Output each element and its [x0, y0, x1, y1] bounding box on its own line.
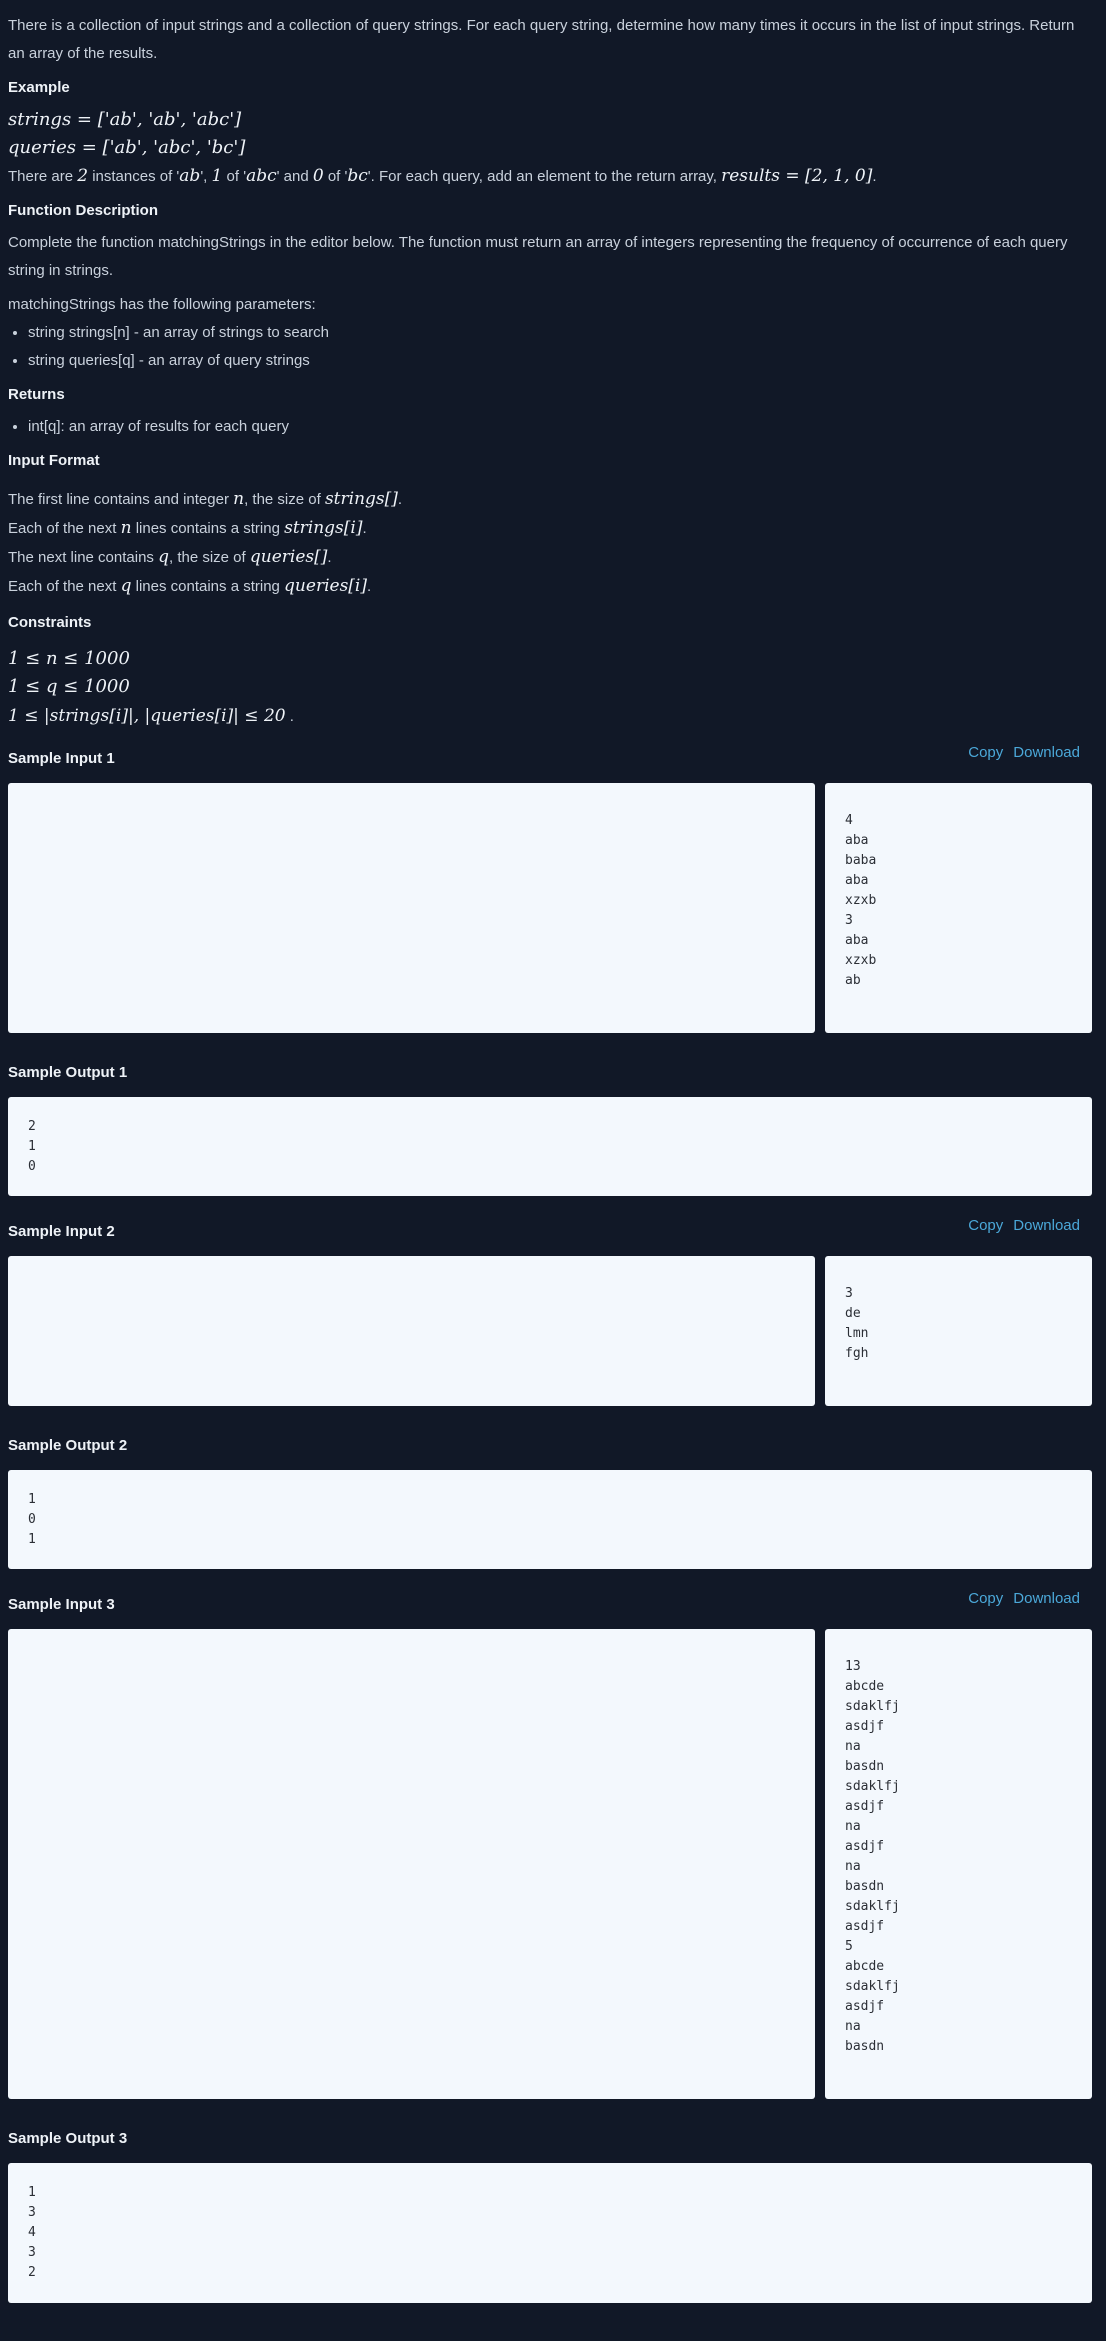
- text: .: [397, 491, 403, 508]
- copy-link[interactable]: Copy: [968, 744, 1003, 761]
- math-value: abc: [246, 166, 277, 186]
- sample-1: Copy Download Sample Input 1 4 aba baba a…: [8, 739, 1093, 1196]
- math-value: queries[]: [249, 547, 328, 567]
- sample-input-title: Sample Input 3: [8, 1596, 115, 1613]
- sample-input-row: 3 de lmn fgh: [8, 1256, 1093, 1406]
- text: .: [327, 549, 332, 566]
- input-format-line: Each of the next n lines contains a stri…: [8, 514, 1093, 543]
- sample-input-title: Sample Input 2: [8, 1223, 115, 1240]
- text: ' and: [276, 168, 313, 185]
- example-queries: queries = ['ab', 'abc', 'bc']: [8, 137, 246, 158]
- example-explanation: There are 2 instances of 'ab', 1 of 'abc…: [8, 162, 1093, 191]
- download-link[interactable]: Download: [1013, 744, 1080, 761]
- sample-3: Copy Download Sample Input 3 13 abcde sda…: [8, 1585, 1093, 2303]
- text: .: [367, 578, 372, 595]
- text: , the size of: [168, 549, 250, 566]
- sample-output-title: Sample Output 1: [8, 1064, 128, 1081]
- input-format-line: Each of the next q lines contains a stri…: [8, 572, 1093, 601]
- text: The next line contains: [8, 549, 159, 566]
- returns-list: int[q]: an array of results for each que…: [8, 413, 1093, 441]
- sample-output-box: 2 1 0: [8, 1097, 1092, 1196]
- text: of ': [222, 168, 247, 185]
- math-value: bc: [347, 166, 368, 186]
- text: lines contains a string: [131, 578, 285, 595]
- sample-output-box: 1 0 1: [8, 1470, 1092, 1569]
- returns-heading: Returns: [8, 386, 65, 403]
- sample-input-box: 3 de lmn fgh: [825, 1256, 1092, 1406]
- sample-output-title: Sample Output 3: [8, 2130, 128, 2147]
- math-value: q: [120, 576, 132, 596]
- sample-1-actions: Copy Download: [958, 739, 1080, 767]
- math-value: 2: [77, 166, 89, 186]
- text: .: [872, 168, 877, 185]
- math-value: strings[]: [324, 489, 398, 509]
- constraint-1: 1 ≤ n ≤ 1000: [8, 648, 130, 669]
- sample-output-box: 1 3 4 3 2: [8, 2163, 1092, 2303]
- download-link[interactable]: Download: [1013, 1217, 1080, 1234]
- sample-input-editor[interactable]: [8, 783, 815, 1033]
- text: ',: [200, 168, 212, 185]
- copy-link[interactable]: Copy: [968, 1590, 1003, 1607]
- example-heading: Example: [8, 79, 70, 96]
- constraint-2: 1 ≤ q ≤ 1000: [8, 676, 130, 697]
- function-description-text: Complete the function matchingStrings in…: [8, 234, 1068, 279]
- sample-output-text: 1 3 4 3 2: [28, 2185, 36, 2280]
- sample-input-text: 4 aba baba aba xzxb 3 aba xzxb ab: [845, 813, 877, 988]
- math-value: ab: [179, 166, 201, 186]
- text: There are: [8, 168, 78, 185]
- list-item: string strings[n] - an array of strings …: [28, 319, 1093, 347]
- function-description-heading: Function Description: [8, 202, 158, 219]
- sample-input-text: 3 de lmn fgh: [845, 1286, 869, 1361]
- text: Each of the next: [8, 578, 121, 595]
- text: of ': [323, 168, 348, 185]
- text: .: [285, 708, 294, 725]
- sample-input-row: 13 abcde sdaklfj asdjf na basdn sdaklfj …: [8, 1629, 1093, 2099]
- text: .: [362, 520, 367, 537]
- intro-text: There is a collection of input strings a…: [8, 17, 1075, 62]
- params-list: string strings[n] - an array of strings …: [8, 319, 1093, 375]
- sample-input-box: 13 abcde sdaklfj asdjf na basdn sdaklfj …: [825, 1629, 1092, 2099]
- sample-input-editor[interactable]: [8, 1256, 815, 1406]
- sample-3-actions: Copy Download: [958, 1585, 1080, 1613]
- text: Each of the next: [8, 520, 121, 537]
- input-format-line: The next line contains q, the size of qu…: [8, 543, 1093, 572]
- list-item: string queries[q] - an array of query st…: [28, 347, 1093, 375]
- sample-input-box: 4 aba baba aba xzxb 3 aba xzxb ab: [825, 783, 1092, 1033]
- sample-output-text: 2 1 0: [28, 1119, 36, 1174]
- problem-statement: There is a collection of input strings a…: [0, 0, 1106, 2303]
- example-strings: strings = ['ab', 'ab', 'abc']: [8, 109, 242, 130]
- text: The first line contains and integer: [8, 491, 234, 508]
- text: lines contains a string: [131, 520, 285, 537]
- input-format-line: The first line contains and integer n, t…: [8, 485, 1093, 514]
- constraints-heading: Constraints: [8, 614, 92, 631]
- sample-2: Copy Download Sample Input 2 3 de lmn fgh…: [8, 1212, 1093, 1569]
- params-intro: matchingStrings has the following parame…: [8, 296, 316, 313]
- sample-input-editor[interactable]: [8, 1629, 815, 2099]
- math-value: strings[i]: [284, 518, 363, 538]
- input-format-heading: Input Format: [8, 452, 100, 469]
- sample-input-text: 13 abcde sdaklfj asdjf na basdn sdaklfj …: [845, 1659, 900, 2054]
- math-value: 0: [312, 166, 324, 186]
- math-value: queries[i]: [284, 576, 367, 596]
- sample-2-actions: Copy Download: [958, 1212, 1080, 1240]
- math-value: n: [233, 489, 245, 509]
- list-item: int[q]: an array of results for each que…: [28, 413, 1093, 441]
- math-value: results = [2, 1, 0]: [721, 166, 873, 186]
- text: instances of ': [88, 168, 180, 185]
- text: , the size of: [244, 491, 325, 508]
- copy-link[interactable]: Copy: [968, 1217, 1003, 1234]
- sample-output-text: 1 0 1: [28, 1492, 36, 1547]
- constraint-3: 1 ≤ |strings[i]|, |queries[i]| ≤ 20 .: [8, 701, 1093, 731]
- sample-output-title: Sample Output 2: [8, 1437, 128, 1454]
- math-value: 1: [211, 166, 223, 186]
- math-value: n: [120, 518, 132, 538]
- math-value: 1 ≤ |strings[i]|, |queries[i]| ≤ 20: [8, 706, 286, 726]
- download-link[interactable]: Download: [1013, 1590, 1080, 1607]
- sample-input-title: Sample Input 1: [8, 750, 115, 767]
- text: '. For each query, add an element to the…: [367, 168, 722, 185]
- sample-input-row: 4 aba baba aba xzxb 3 aba xzxb ab: [8, 783, 1093, 1033]
- math-value: q: [158, 547, 169, 567]
